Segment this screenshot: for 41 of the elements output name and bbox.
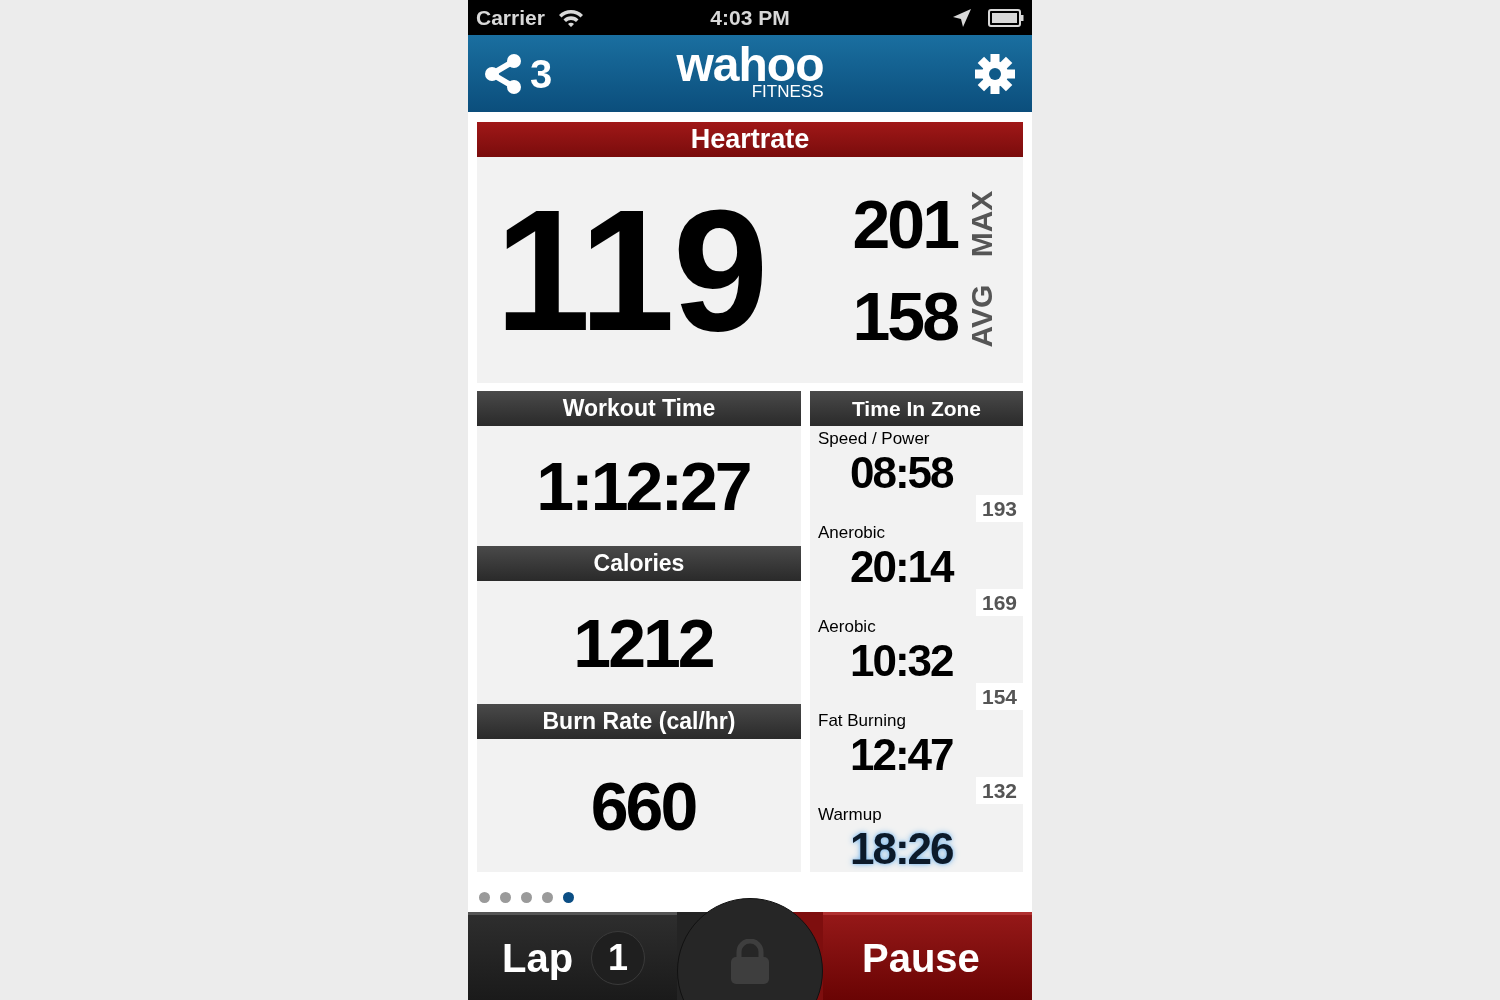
panel-title: Workout Time <box>562 394 716 424</box>
zone-threshold: 193 <box>975 495 1023 522</box>
zone-name: Warmup <box>818 806 882 823</box>
panel-title: Time In Zone <box>851 395 982 422</box>
zone-time: 08:58 <box>850 451 953 495</box>
zone-threshold: 169 <box>975 589 1023 616</box>
metric-value: 1:12:27 <box>535 452 750 520</box>
stat-label: AVG <box>967 284 997 348</box>
share-button[interactable]: 3 <box>484 53 552 94</box>
stat-label: MAX <box>967 190 997 258</box>
current-zone-time: 18:26 <box>850 827 953 871</box>
padlock-icon <box>729 939 771 985</box>
share-icon <box>484 53 522 94</box>
zone-time: 12:47 <box>850 733 953 777</box>
status-time: 4:03 PM <box>710 4 790 31</box>
metric-value: 660 <box>589 771 696 840</box>
zone-threshold: 132 <box>975 777 1023 804</box>
settings-button[interactable] <box>974 52 1016 95</box>
logo-wordmark: wahoo <box>676 45 824 85</box>
zone-name: Aerobic <box>818 618 876 635</box>
lap-count: 1 <box>591 930 646 985</box>
zone-name: Speed / Power <box>818 430 930 447</box>
panel-title: Heartrate <box>690 123 810 157</box>
logo-subtitle: FITNESS <box>751 83 824 100</box>
lap-label: Lap <box>502 934 574 982</box>
carrier-name: Carrier <box>476 4 545 31</box>
zone-time: 10:32 <box>850 639 953 683</box>
stat-value: 201 <box>851 190 957 258</box>
panel-title: Burn Rate (cal/hr) <box>542 707 736 737</box>
zone-threshold: 154 <box>975 683 1023 710</box>
lap-button[interactable]: Lap 1 <box>468 912 677 1000</box>
stat-value: 158 <box>851 282 957 350</box>
location-arrow-icon <box>952 7 972 28</box>
pause-button[interactable]: Pause <box>823 912 1032 1000</box>
metric-value: 1212 <box>572 608 713 677</box>
zone-time: 20:14 <box>850 545 953 589</box>
battery-icon <box>988 8 1024 27</box>
zone-name: Anerobic <box>818 524 886 541</box>
heart-rate-value: 119 <box>495 184 768 356</box>
zone-name: Fat Burning <box>818 712 906 729</box>
panel-title: Calories <box>593 549 685 579</box>
